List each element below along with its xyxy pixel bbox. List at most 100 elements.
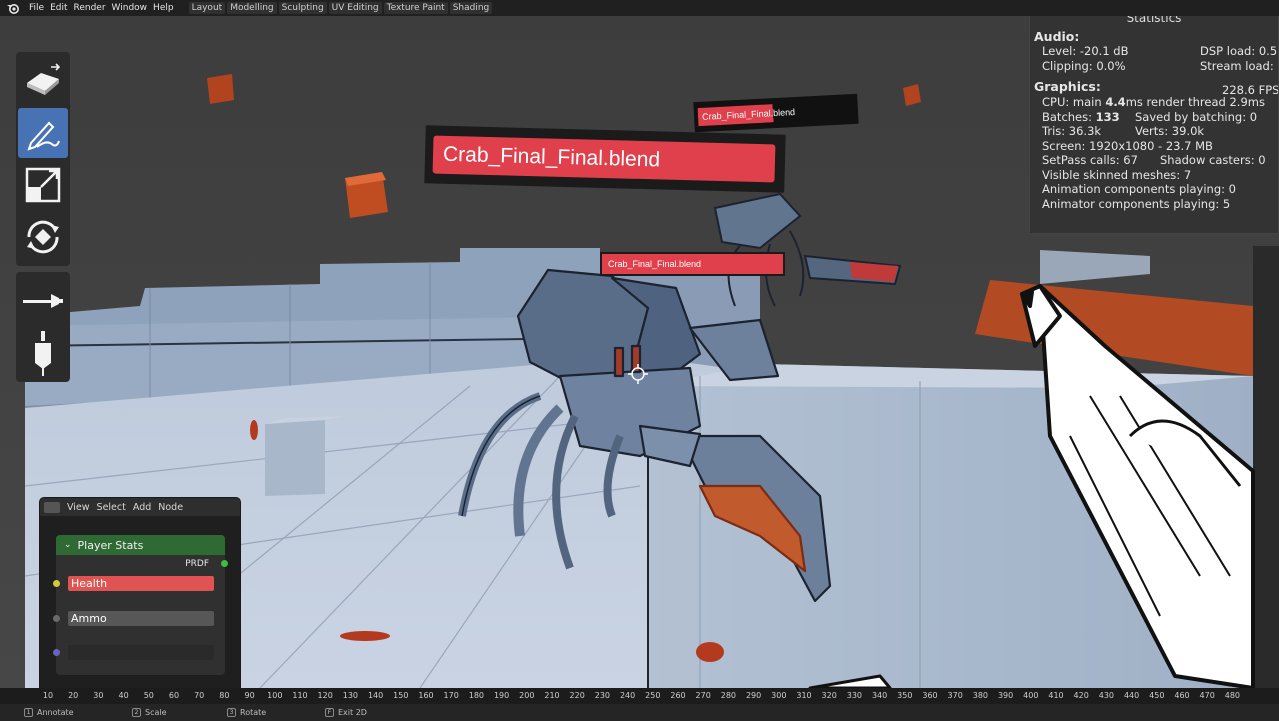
ruler-tick: 320 [821, 691, 837, 700]
statistics-panel: Statistics Audio: Level: -20.1 dB DSP lo… [1029, 6, 1279, 234]
node-menu-node[interactable]: Node [158, 502, 183, 513]
ruler-tick: 460 [1174, 691, 1190, 700]
tab-texture-paint[interactable]: Texture Paint [383, 2, 448, 14]
node-menu-view[interactable]: View [67, 502, 90, 513]
ruler-tick: 90 [244, 691, 255, 700]
key-icon: F [325, 708, 334, 717]
eraser-tool[interactable] [18, 56, 68, 106]
ruler-tick: 290 [745, 691, 762, 700]
ruler-tick: 390 [997, 691, 1014, 700]
stats-row-tris: Tris: 36.3k Verts: 39.0k [1030, 124, 1278, 139]
ammo-field[interactable]: Ammo [68, 611, 214, 626]
rotate-tool[interactable] [18, 212, 68, 262]
menu-help[interactable]: Help [150, 3, 177, 13]
node-menu-select[interactable]: Select [97, 502, 126, 513]
nameplate-main: Crab_Final_Final.blend [424, 125, 786, 193]
node-editor-panel[interactable]: View Select Add Node ⌄ Player Stats PRDF… [39, 497, 241, 688]
tab-uv-editing[interactable]: UV Editing [328, 2, 382, 14]
health-socket-icon[interactable] [53, 580, 60, 587]
eraser-icon [27, 63, 61, 95]
ruler-tick: 430 [1098, 691, 1115, 700]
slider-tool[interactable] [18, 276, 68, 326]
stats-row-skinned: Visible skinned meshes: 7 [1030, 168, 1278, 183]
menu-file[interactable]: File [26, 3, 47, 13]
ruler-tick: 260 [670, 691, 686, 700]
crate-block [265, 420, 325, 496]
node-menu-add[interactable]: Add [133, 502, 151, 513]
ruler-tick: 200 [519, 691, 535, 700]
status-annotate-label: Annotate [37, 708, 74, 717]
stats-cpu-prefix: CPU: main [1042, 95, 1106, 109]
stats-dsp-load: DSP load: 0.5 [1200, 44, 1278, 58]
ruler-tick: 350 [897, 691, 913, 700]
ruler-tick: 370 [947, 691, 963, 700]
ruler-tick: 230 [594, 691, 611, 700]
ammo-socket-icon[interactable] [53, 615, 60, 622]
stats-batches-prefix: Batches: [1042, 109, 1096, 124]
ruler-tick: 340 [871, 691, 888, 700]
ruler-tick: 400 [1023, 691, 1039, 700]
ruler-tick: 110 [292, 691, 308, 700]
health-field[interactable]: Health [68, 576, 214, 591]
pen-icon [27, 121, 60, 151]
stats-saved-by-batching: Saved by batching: 0 [1135, 109, 1258, 124]
tool-shelf [16, 52, 70, 388]
ruler-tick: 440 [1123, 691, 1140, 700]
status-annotate: 1 Annotate [24, 708, 74, 717]
menu-window[interactable]: Window [109, 3, 151, 13]
output-socket-icon[interactable] [221, 560, 228, 567]
scale-tool[interactable] [18, 160, 68, 210]
menu-edit[interactable]: Edit [47, 3, 70, 13]
stats-batches: Batches: 133 [1042, 110, 1120, 124]
stats-screen: Screen: 1920x1080 - 23.7 MB [1042, 138, 1213, 153]
nameplate-mid: Crab_Final_Final.blend [600, 252, 785, 276]
menu-render[interactable]: Render [71, 3, 109, 13]
workspace-tabs: Layout Modelling Sculpting UV Editing Te… [188, 2, 493, 14]
stats-cpu-main: 4.4 [1105, 95, 1126, 109]
status-bar: 1 Annotate 2 Scale 3 Rotate F Exit 2D [0, 704, 1279, 721]
node-output-label: PRDF [185, 559, 209, 569]
timeline-ruler[interactable]: 10 20 30 40 50 60 70 80 90 100 110 120 130 140 150 160 1… [0, 688, 1279, 704]
stats-clipping: Clipping: 0.0% [1042, 58, 1126, 73]
extra-socket-icon[interactable] [53, 649, 60, 656]
ruler-tick: 310 [796, 691, 812, 700]
ruler-tick: 140 [367, 691, 384, 700]
ruler-tick: 470 [1199, 691, 1215, 700]
ruler-tick: 20 [68, 691, 79, 700]
key-icon: 3 [227, 708, 236, 717]
ruler-tick: 480 [1224, 691, 1241, 700]
empty-field[interactable] [68, 645, 214, 660]
chevron-down-icon[interactable]: ⌄ [64, 540, 72, 550]
ruler-tick: 450 [1149, 691, 1165, 700]
node-canvas[interactable]: ⌄ Player Stats PRDF Health Ammo [40, 516, 240, 688]
ruler-tick: 100 [267, 691, 283, 700]
stats-setpass: SetPass calls: 67 [1042, 153, 1138, 167]
tab-shading[interactable]: Shading [449, 2, 493, 14]
ruler-tick: 120 [317, 691, 333, 700]
ruler-tick: 210 [544, 691, 560, 700]
blender-logo-icon[interactable] [0, 0, 26, 16]
stats-graphics-heading: Graphics: [1034, 79, 1101, 94]
status-exit-2d-label: Exit 2D [338, 708, 367, 717]
editor-type-icon[interactable] [44, 501, 60, 513]
ruler-tick: 10 [42, 691, 54, 700]
right-edge-panel [1253, 246, 1279, 688]
ruler-tick: 240 [619, 691, 636, 700]
annotate-tool[interactable] [18, 108, 68, 158]
ruler-tick: 360 [922, 691, 938, 700]
rotate-icon [27, 220, 59, 254]
tab-sculpting[interactable]: Sculpting [278, 2, 327, 14]
pin-tool[interactable] [18, 328, 68, 378]
ruler-tick: 190 [493, 691, 510, 700]
node-title-bar[interactable]: ⌄ Player Stats [56, 535, 225, 555]
stats-row-batches: Batches: 133 Saved by batching: 0 [1030, 110, 1278, 125]
tab-modelling[interactable]: Modelling [227, 2, 277, 14]
stats-cpu-suffix: ms render thread 2.9ms [1125, 95, 1265, 109]
slider-icon [23, 294, 63, 308]
stats-stream-load: Stream load: 0 [1200, 58, 1279, 73]
tab-layout[interactable]: Layout [188, 2, 226, 14]
stats-row-animator: Animator components playing: 5 [1030, 197, 1278, 212]
ruler-tick: 410 [1048, 691, 1064, 700]
nameplate-mid-label: Crab_Final_Final.blend [608, 259, 702, 269]
player-stats-node[interactable]: ⌄ Player Stats PRDF Health Ammo [53, 535, 228, 675]
